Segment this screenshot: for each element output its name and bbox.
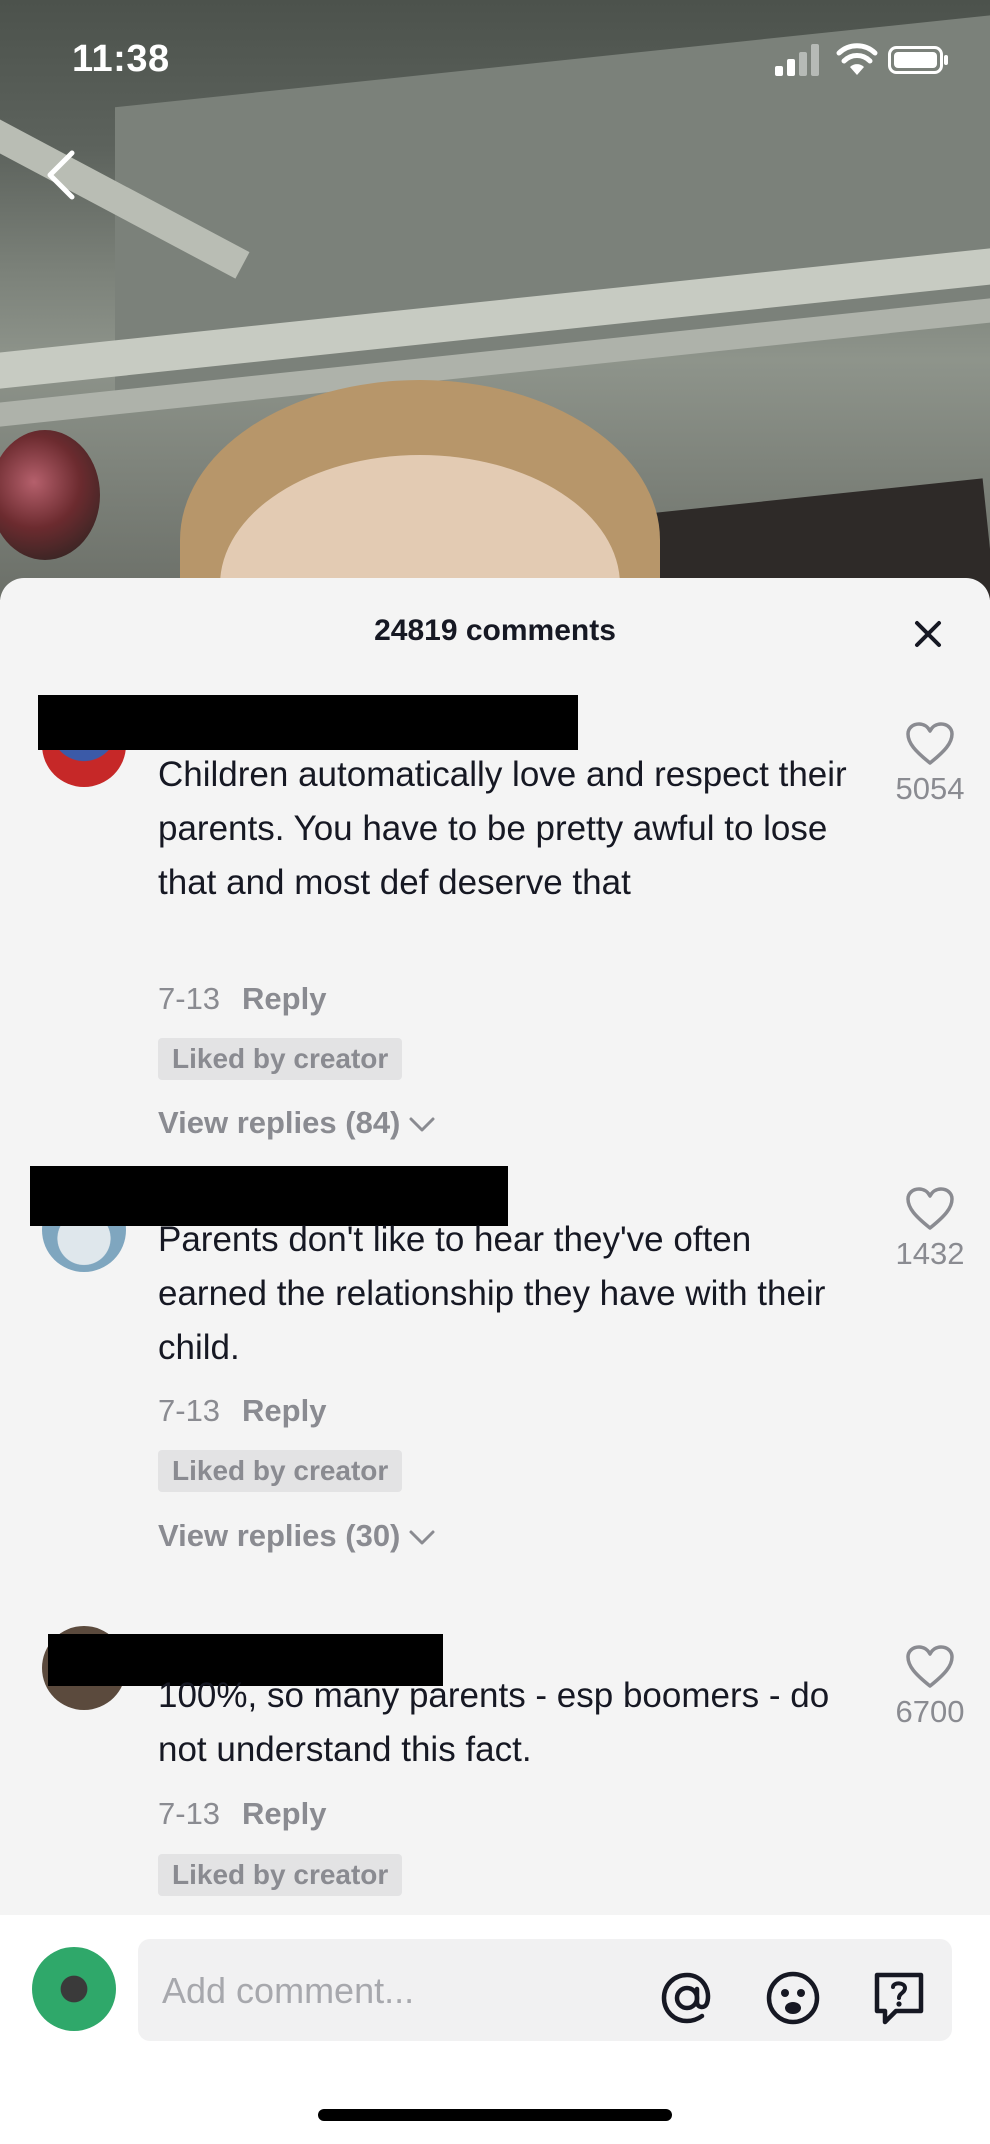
reply-button[interactable]: Reply <box>242 981 326 1016</box>
sheet-header: 24819 comments <box>0 578 990 688</box>
chevron-down-icon <box>409 1530 435 1545</box>
like-count: 6700 <box>895 1694 965 1729</box>
comments-sheet: 24819 comments Children automatically lo… <box>0 578 990 2144</box>
current-user-avatar <box>32 1947 116 2031</box>
comment-date: 7-13 <box>158 1796 221 1831</box>
like-count: 5054 <box>895 771 965 806</box>
like-button[interactable]: 1432 <box>884 1186 976 1272</box>
back-chevron-icon[interactable] <box>40 145 84 205</box>
comment-meta: 7-13 Reply <box>158 981 326 1017</box>
battery-icon <box>888 46 948 74</box>
view-replies-button[interactable]: View replies (30) <box>158 1518 436 1554</box>
comment-date: 7-13 <box>158 1393 221 1428</box>
home-indicator <box>318 2109 672 2121</box>
reply-button[interactable]: Reply <box>242 1796 326 1831</box>
heart-icon <box>906 1645 954 1688</box>
heart-icon <box>906 1187 954 1230</box>
comment-item: Parents don't like to hear they've often… <box>0 1166 990 1588</box>
mention-icon[interactable] <box>658 1969 716 2027</box>
comment-input-container[interactable] <box>138 1939 952 2043</box>
like-button[interactable]: 5054 <box>884 721 976 807</box>
view-replies-button[interactable]: View replies (84) <box>158 1105 436 1141</box>
comments-count-title: 24819 comments <box>374 614 616 647</box>
liked-by-creator-badge: Liked by creator <box>158 1038 403 1080</box>
view-replies-label: View replies (30) <box>158 1518 401 1553</box>
like-button[interactable]: 6700 <box>884 1644 976 1730</box>
redacted-username <box>38 695 578 750</box>
status-bar: 11:38 <box>0 0 990 120</box>
comment-item: Children automatically love and respect … <box>0 695 990 1140</box>
close-icon[interactable] <box>908 614 948 654</box>
cellular-signal-icon <box>775 44 819 76</box>
question-icon[interactable] <box>870 1969 928 2027</box>
emoji-icon[interactable] <box>764 1969 822 2027</box>
comment-text: 100%, so many parents - esp boomers - do… <box>158 1676 830 1769</box>
comment-meta: 7-13 Reply <box>158 1796 326 1832</box>
comment-meta: 7-13 Reply <box>158 1393 326 1429</box>
comment-input[interactable] <box>160 1939 664 2043</box>
liked-by-creator-badge: Liked by creator <box>158 1854 403 1896</box>
wifi-icon <box>836 43 878 75</box>
reply-button[interactable]: Reply <box>242 1393 326 1428</box>
comment-input-bar <box>0 1915 990 2144</box>
comment-text: Parents don't like to hear they've often… <box>158 1220 826 1367</box>
like-count: 1432 <box>895 1236 965 1271</box>
comment-text: Children automatically love and respect … <box>158 755 847 902</box>
comment-date: 7-13 <box>158 981 221 1016</box>
chevron-down-icon <box>409 1117 435 1132</box>
liked-by-creator-badge: Liked by creator <box>158 1450 403 1492</box>
status-time: 11:38 <box>72 38 170 80</box>
heart-icon <box>906 722 954 765</box>
comment-item: 100%, so many parents - esp boomers - do… <box>0 1626 990 1956</box>
view-replies-label: View replies (84) <box>158 1105 401 1140</box>
